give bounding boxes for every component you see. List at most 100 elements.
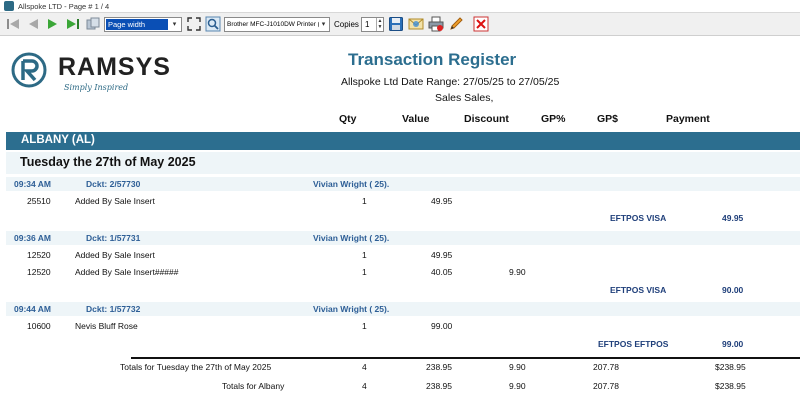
line-description: Added By Sale Insert##### [75, 267, 179, 277]
logo-tagline: Simply Inspired [64, 83, 129, 92]
edit-button[interactable] [447, 15, 465, 33]
close-icon [473, 16, 489, 32]
fit-page-icon [187, 17, 201, 31]
column-header-gp-percent: GP% [541, 113, 566, 125]
zoom-button[interactable] [204, 15, 222, 33]
line-code: 12520 [27, 267, 51, 277]
docket-number: Dckt: 1/57731 [86, 233, 141, 243]
total-payment: $238.95 [715, 381, 746, 391]
payment-method: EFTPOS VISA [610, 213, 667, 223]
printer-select[interactable]: Brother MFC-J1010DW Printer (r ▾ [224, 17, 330, 32]
docket-customer: Vivian Wright ( 25). [313, 179, 390, 189]
line-qty: 1 [362, 321, 367, 331]
total-qty: 4 [362, 362, 367, 372]
total-qty: 4 [362, 381, 367, 391]
window-title: Allspoke LTD - Page # 1 / 4 [18, 1, 110, 11]
column-header-payment: Payment [666, 113, 710, 125]
printer-select-value: Brother MFC-J1010DW Printer (r [227, 21, 319, 28]
line-description: Added By Sale Insert [75, 196, 155, 206]
payment-amount: 49.95 [722, 213, 744, 223]
docket-number: Dckt: 1/57732 [86, 304, 141, 314]
copies-label: Copies [334, 19, 359, 29]
total-discount: 9.90 [509, 381, 526, 391]
line-discount: 9.90 [509, 267, 526, 277]
logo-name: RAMSYS [58, 53, 171, 81]
zoom-select-value: Page width [106, 19, 168, 30]
payment-method: EFTPOS VISA [610, 285, 667, 295]
branch-header: ALBANY (AL) [6, 132, 800, 150]
save-button[interactable] [387, 15, 405, 33]
printer-icon [428, 16, 444, 32]
payment-method: EFTPOS EFTPOS [598, 339, 669, 349]
total-gp-dollar: 207.78 [593, 362, 619, 372]
docket-header: 09:44 AM Dckt: 1/57732 Vivian Wright ( 2… [6, 302, 800, 316]
magnifier-icon [205, 16, 221, 32]
totals-divider [131, 357, 800, 359]
payment-amount: 90.00 [722, 285, 744, 295]
fit-page-button[interactable] [185, 15, 203, 33]
docket-customer: Vivian Wright ( 25). [313, 233, 390, 243]
total-value: 238.95 [426, 362, 452, 372]
branch-name: ALBANY (AL) [21, 134, 95, 146]
docket-time: 09:36 AM [14, 233, 52, 243]
line-qty: 1 [362, 196, 367, 206]
docket-time: 09:44 AM [14, 304, 52, 314]
app-icon [4, 1, 14, 11]
total-gp-dollar: 207.78 [593, 381, 619, 391]
email-button[interactable] [407, 15, 425, 33]
pencil-icon [450, 17, 463, 30]
last-page-icon [67, 19, 79, 29]
total-payment: $238.95 [715, 362, 746, 372]
window-titlebar: Allspoke LTD - Page # 1 / 4 [0, 0, 800, 13]
report-title: Transaction Register [348, 50, 517, 69]
email-icon [408, 18, 424, 30]
next-page-button[interactable] [44, 15, 62, 33]
line-value: 40.05 [431, 267, 453, 277]
column-header-qty: Qty [339, 113, 357, 125]
column-header-discount: Discount [464, 113, 509, 125]
next-page-icon [48, 19, 57, 29]
copies-stepper[interactable]: 1 ▲ ▼ [361, 17, 384, 32]
total-discount: 9.90 [509, 362, 526, 372]
line-description: Nevis Bluff Rose [75, 321, 138, 331]
docket-number: Dckt: 2/57730 [86, 179, 141, 189]
payment-amount: 99.00 [722, 339, 744, 349]
report-page: RAMSYS Simply Inspired Transaction Regis… [6, 36, 800, 410]
toolbar: Page width ▾ Brother MFC-J1010DW Printer… [0, 13, 800, 36]
previous-page-button[interactable] [24, 15, 42, 33]
docket-time: 09:34 AM [14, 179, 52, 189]
day-label: Tuesday the 27th of May 2025 [20, 155, 196, 169]
line-value: 99.00 [431, 321, 453, 331]
print-button[interactable] [427, 15, 445, 33]
docket-header: 09:34 AM Dckt: 2/57730 Vivian Wright ( 2… [6, 177, 800, 191]
line-value: 49.95 [431, 250, 453, 260]
multi-page-button[interactable] [84, 15, 102, 33]
zoom-select[interactable]: Page width ▾ [104, 17, 182, 32]
line-code: 10600 [27, 321, 51, 331]
report-subtitle: Allspoke Ltd Date Range: 27/05/25 to 27/… [341, 76, 560, 88]
pages-icon [86, 17, 100, 30]
column-header-gp-dollar: GP$ [597, 113, 619, 125]
spin-arrows-icon[interactable]: ▲ ▼ [376, 18, 383, 31]
line-qty: 1 [362, 267, 367, 277]
ramsys-logo-icon [11, 52, 47, 88]
total-label: Totals for Albany [222, 381, 285, 391]
last-page-button[interactable] [64, 15, 82, 33]
first-page-button[interactable] [4, 15, 22, 33]
report-subtitle-2: Sales Sales, [435, 92, 494, 104]
first-page-icon [7, 19, 19, 29]
floppy-disk-icon [389, 17, 403, 31]
line-qty: 1 [362, 250, 367, 260]
close-button[interactable] [472, 15, 490, 33]
chevron-down-icon: ▾ [321, 21, 326, 28]
previous-page-icon [29, 19, 38, 29]
docket-customer: Vivian Wright ( 25). [313, 304, 390, 314]
line-description: Added By Sale Insert [75, 250, 155, 260]
total-value: 238.95 [426, 381, 452, 391]
column-header-value: Value [402, 113, 430, 125]
copies-value: 1 [365, 20, 370, 29]
line-code: 12520 [27, 250, 51, 260]
line-code: 25510 [27, 196, 51, 206]
day-header: Tuesday the 27th of May 2025 [6, 152, 800, 174]
total-label: Totals for Tuesday the 27th of May 2025 [120, 362, 272, 372]
